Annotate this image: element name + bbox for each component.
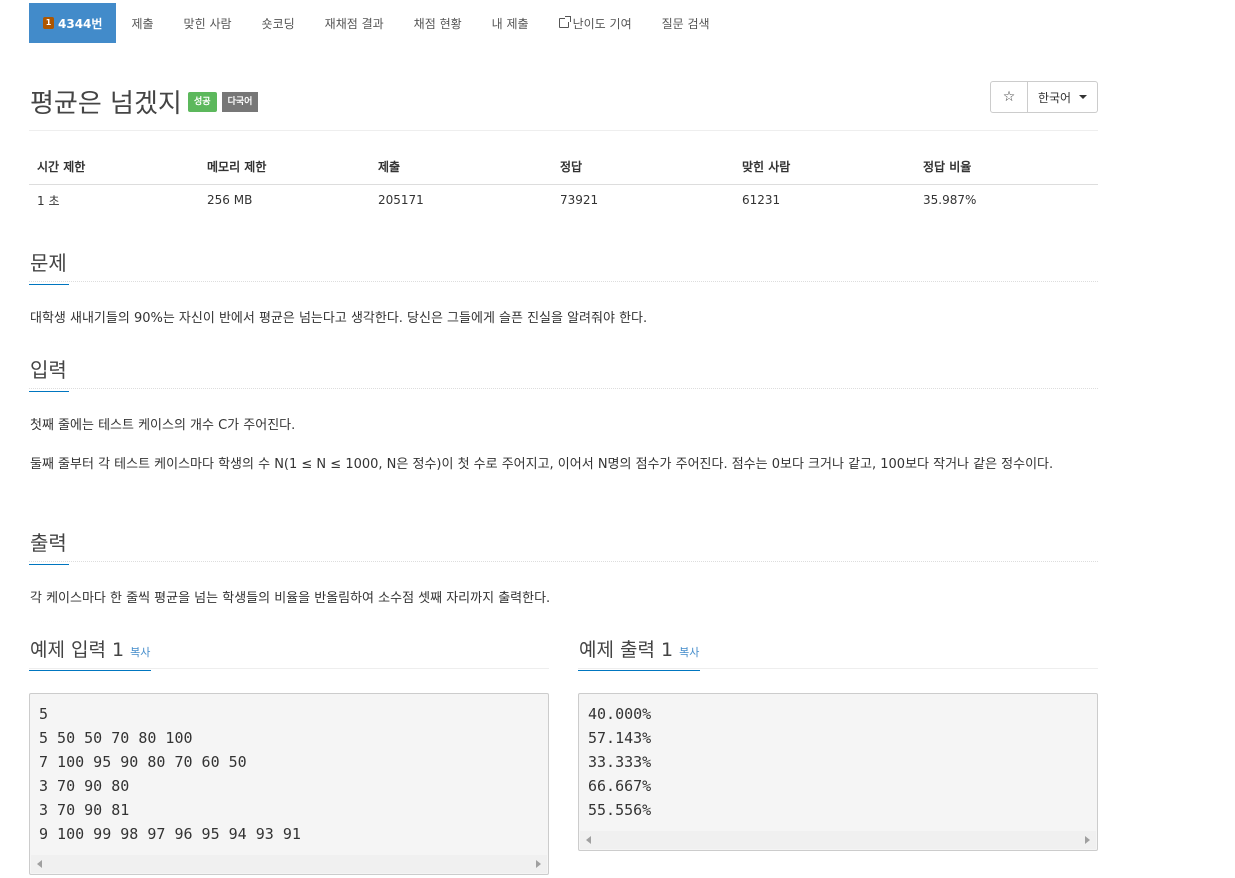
- title-row: 평균은 넘겠지 성공 다국어 ☆ 한국어: [29, 80, 1098, 120]
- star-icon: ☆: [1002, 89, 1016, 105]
- sample-input-line: 7 100 95 90 80 70 60 50: [39, 753, 247, 771]
- favorite-button[interactable]: ☆: [990, 81, 1028, 113]
- info-value-ratio: 35.987%: [923, 193, 977, 208]
- input-heading: 입력: [29, 354, 69, 392]
- language-dropdown[interactable]: 한국어: [1028, 81, 1098, 113]
- info-value-row: 1 초 256 MB 205171 73921 61231 35.987%: [29, 184, 1098, 216]
- sample-output-heading: 예제 출력 1 복사: [578, 635, 701, 671]
- difficulty-label: 난이도 기여: [572, 16, 632, 31]
- nav-solved-users[interactable]: 맞힌 사람: [169, 3, 247, 43]
- nav-problem-id[interactable]: 1 4344번: [29, 3, 117, 43]
- info-header-time: 시간 제한: [29, 150, 199, 185]
- sample-input-line: 9 100 99 98 97 96 95 94 93 91: [39, 825, 301, 843]
- caret-down-icon: [1079, 95, 1088, 99]
- copy-output-button[interactable]: 복사: [679, 646, 699, 659]
- copy-input-button[interactable]: 복사: [130, 646, 150, 659]
- info-value-accepted: 73921: [560, 193, 599, 208]
- title-divider: [29, 130, 1098, 131]
- nav-rejudge[interactable]: 재채점 결과: [310, 3, 399, 43]
- info-value-time: 1 초: [37, 193, 60, 208]
- nav-difficulty-contribution[interactable]: 난이도 기여: [544, 3, 647, 43]
- problem-id-label: 4344번: [58, 16, 103, 31]
- output-heading: 출력: [29, 527, 69, 565]
- sample-input-line: 3 70 90 80: [39, 777, 130, 795]
- scroll-left-icon[interactable]: [586, 836, 591, 844]
- language-badge: 다국어: [221, 92, 259, 112]
- input-description-1: 첫째 줄에는 테스트 케이스의 개수 C가 주어진다.: [30, 418, 296, 433]
- sample-output-line: 57.143%: [588, 729, 652, 747]
- sample-input-line: 5 50 50 70 80 100: [39, 729, 193, 747]
- info-value-submissions: 205171: [378, 193, 424, 208]
- info-header-submissions: 제출: [370, 150, 552, 185]
- info-value-solvers: 61231: [742, 193, 781, 208]
- sample-output-box[interactable]: 40.000% 57.143% 33.333% 66.667% 55.556%: [578, 693, 1098, 851]
- info-header-ratio: 정답 비율: [915, 150, 1098, 185]
- page-title: 평균은 넘겠지: [30, 89, 182, 119]
- input-divider: [29, 388, 1098, 389]
- sample-output-line: 55.556%: [588, 801, 652, 819]
- horizontal-scrollbar[interactable]: [31, 855, 547, 873]
- external-link-icon: [558, 16, 571, 28]
- problem-info-table: 시간 제한 메모리 제한 제출 정답 맞힌 사람 정답 비율 1 초 256 M…: [29, 150, 1098, 216]
- sample-input-line: 5: [39, 705, 49, 723]
- problem-description: 대학생 새내기들의 90%는 자신이 반에서 평균은 넘는다고 생각한다. 당신…: [30, 311, 648, 326]
- language-dropdown-label: 한국어: [1037, 90, 1072, 105]
- sample-input-lines: 5 5 50 50 70 80 100 7 100 95 90 80 70 60 5…: [30, 694, 548, 848]
- info-header-solvers: 맞힌 사람: [734, 150, 915, 185]
- info-header-accepted: 정답: [552, 150, 734, 185]
- info-header-row: 시간 제한 메모리 제한 제출 정답 맞힌 사람 정답 비율: [29, 150, 1098, 185]
- sample-output-line: 40.000%: [588, 705, 652, 723]
- sample-output-title: 예제 출력 1: [579, 639, 674, 661]
- badges: 성공 다국어: [188, 92, 259, 112]
- nav-status[interactable]: 채점 현황: [399, 3, 477, 43]
- output-description: 각 케이스마다 한 줄씩 평균을 넘는 학생들의 비율을 반올림하여 소수점 셋…: [30, 591, 551, 606]
- nav-short-coding[interactable]: 숏코딩: [247, 3, 310, 43]
- problem-heading: 문제: [29, 247, 69, 285]
- sample-input-title: 예제 입력 1: [30, 639, 125, 661]
- output-divider: [29, 561, 1098, 562]
- info-value-memory: 256 MB: [207, 193, 253, 208]
- scroll-left-icon[interactable]: [37, 860, 42, 868]
- input-description-2: 둘째 줄부터 각 테스트 케이스마다 학생의 수 N(1 ≤ N ≤ 1000,…: [30, 457, 1054, 472]
- sample-input-box[interactable]: 5 5 50 50 70 80 100 7 100 95 90 80 70 60 5…: [29, 693, 549, 875]
- info-header-memory: 메모리 제한: [199, 150, 370, 185]
- sample-output-line: 66.667%: [588, 777, 652, 795]
- problem-nav: 1 4344번 제출 맞힌 사람 숏코딩 재채점 결과 채점 현황 내 제출 난…: [29, 3, 725, 43]
- problem-divider: [29, 281, 1098, 282]
- nav-question-search[interactable]: 질문 검색: [647, 3, 725, 43]
- status-badge: 성공: [188, 92, 217, 112]
- scroll-right-icon[interactable]: [1085, 836, 1090, 844]
- horizontal-scrollbar[interactable]: [580, 831, 1096, 849]
- sample-input-heading: 예제 입력 1 복사: [29, 635, 152, 671]
- nav-submit[interactable]: 제출: [116, 3, 168, 43]
- sample-output-line: 33.333%: [588, 753, 652, 771]
- medal-icon: 1: [43, 16, 54, 30]
- nav-my-submissions[interactable]: 내 제출: [477, 3, 544, 43]
- sample-input-divider: [29, 668, 549, 669]
- title-actions: ☆ 한국어: [990, 81, 1098, 113]
- sample-output-divider: [578, 668, 1098, 669]
- sample-output-lines: 40.000% 57.143% 33.333% 66.667% 55.556%: [579, 694, 1097, 824]
- sample-input-line: 3 70 90 81: [39, 801, 130, 819]
- scroll-right-icon[interactable]: [536, 860, 541, 868]
